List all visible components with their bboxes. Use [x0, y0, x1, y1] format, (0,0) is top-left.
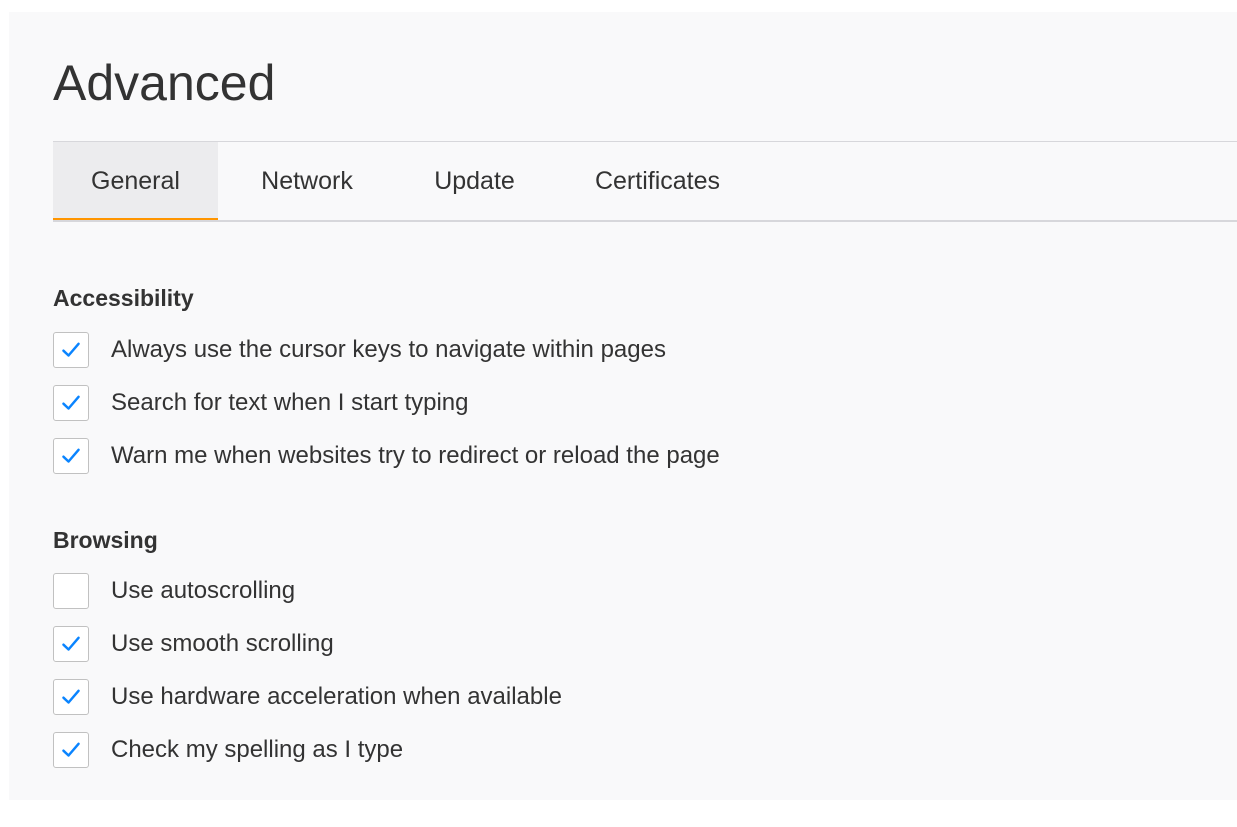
option-label: Use hardware acceleration when available	[111, 683, 562, 710]
section-title-browsing: Browsing	[53, 527, 158, 553]
tab-bar: General Network Update Certificates	[53, 142, 1237, 222]
checkmark-icon	[62, 448, 80, 463]
checkmark-icon	[62, 395, 80, 410]
checkbox-smooth-scrolling[interactable]	[53, 626, 89, 662]
option-label: Check my spelling as I type	[111, 736, 404, 763]
option-label: Search for text when I start typing	[111, 389, 469, 416]
checkbox-hardware-acceleration[interactable]	[53, 679, 89, 715]
tab-bar-divider	[53, 220, 1237, 222]
option-cursor-keys[interactable]: Always use the cursor keys to navigate w…	[53, 332, 666, 368]
option-smooth-scrolling[interactable]: Use smooth scrolling	[53, 626, 334, 662]
advanced-preferences-panel: Advanced General Network Update Certific…	[9, 12, 1237, 800]
tab-general[interactable]: General	[53, 142, 218, 222]
option-autoscrolling[interactable]: Use autoscrolling	[53, 573, 295, 609]
option-hardware-acceleration[interactable]: Use hardware acceleration when available	[53, 679, 562, 715]
option-label: Use smooth scrolling	[111, 630, 334, 657]
option-warn-redirect[interactable]: Warn me when websites try to redirect or…	[53, 438, 720, 474]
tab-certificates[interactable]: Certificates	[553, 142, 762, 220]
option-spell-check[interactable]: Check my spelling as I type	[53, 732, 403, 768]
checkmark-icon	[62, 742, 80, 757]
option-label: Use autoscrolling	[111, 577, 296, 604]
checkbox-search-typing[interactable]	[53, 385, 89, 421]
section-title-accessibility: Accessibility	[53, 285, 194, 311]
tab-update[interactable]: Update	[396, 142, 553, 220]
checkmark-icon	[62, 636, 80, 651]
option-search-typing[interactable]: Search for text when I start typing	[53, 385, 469, 421]
option-label: Always use the cursor keys to navigate w…	[111, 336, 666, 363]
option-label: Warn me when websites try to redirect or…	[111, 442, 720, 469]
checkbox-spell-check[interactable]	[53, 732, 89, 768]
tab-network[interactable]: Network	[218, 142, 396, 220]
checkmark-icon	[62, 342, 80, 357]
checkbox-warn-redirect[interactable]	[53, 438, 89, 474]
page-title: Advanced	[53, 55, 276, 111]
checkmark-icon	[62, 689, 80, 704]
checkbox-cursor-keys[interactable]	[53, 332, 89, 368]
checkbox-autoscrolling[interactable]	[53, 573, 89, 609]
